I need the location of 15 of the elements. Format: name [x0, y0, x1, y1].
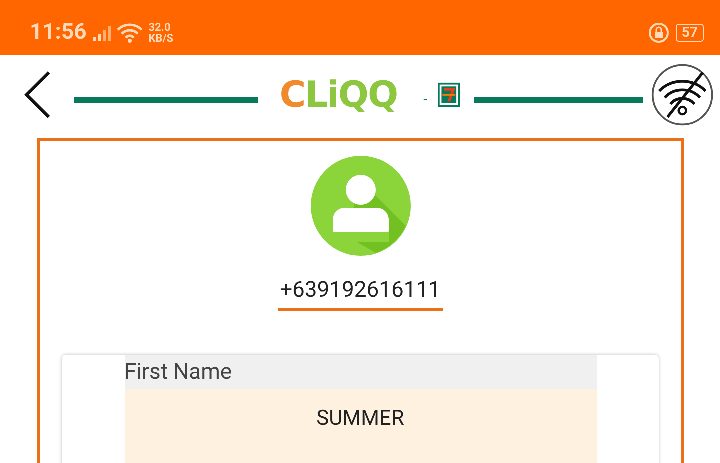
speed-unit: KB/S: [148, 32, 174, 44]
avatar-icon: [310, 156, 410, 256]
clock: 11:56: [30, 19, 87, 45]
speed-value: 32.0: [148, 22, 172, 32]
wifi-icon: [116, 22, 143, 42]
phone-number: +639192616111: [278, 278, 443, 311]
store-logo-icon: [438, 82, 460, 108]
input-field[interactable]: SUMMER: [124, 389, 596, 463]
logo: CLiQQ: [280, 74, 398, 116]
field-label: First Name: [124, 355, 596, 389]
signal-icon: [92, 24, 111, 40]
rotation-lock-icon: [648, 22, 670, 44]
battery-indicator: 57: [676, 24, 704, 42]
separator: -: [424, 92, 428, 108]
back-icon[interactable]: [24, 69, 52, 121]
